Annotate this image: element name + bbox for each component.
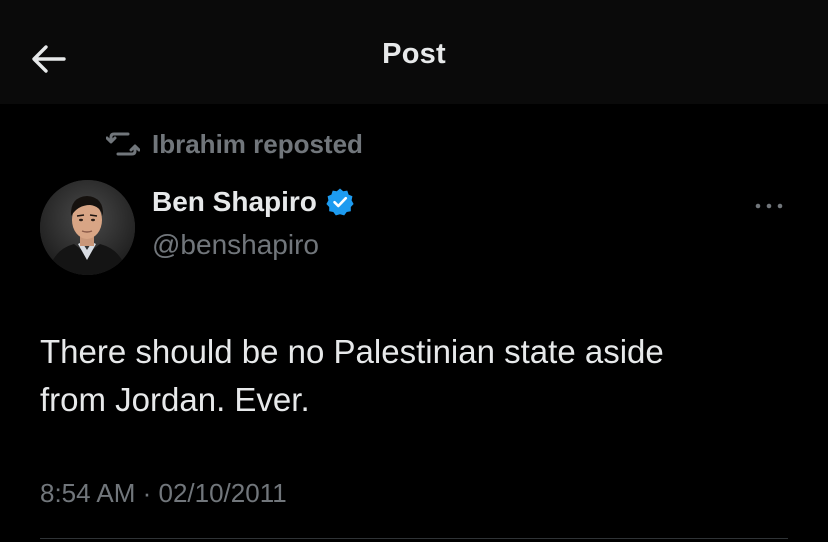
profile-photo [40, 180, 135, 275]
post-text: There should be no Palestinian state asi… [40, 333, 664, 418]
author-name[interactable]: Ben Shapiro [152, 186, 317, 218]
ellipsis-icon [755, 203, 783, 209]
avatar[interactable] [40, 180, 135, 275]
divider [40, 538, 788, 539]
post-timestamp[interactable]: 8:54 AM · 02/10/2011 [40, 478, 287, 509]
author-name-row[interactable]: Ben Shapiro [152, 186, 355, 218]
author-handle[interactable]: @benshapiro [152, 229, 319, 261]
more-options-button[interactable] [748, 192, 790, 220]
repost-label: Ibrahim reposted [152, 128, 363, 159]
verified-badge-icon[interactable] [325, 187, 355, 217]
repost-indicator[interactable]: Ibrahim reposted [106, 127, 363, 161]
top-bar: Post [0, 0, 828, 104]
page-title: Post [382, 38, 446, 70]
repost-icon [106, 132, 140, 156]
